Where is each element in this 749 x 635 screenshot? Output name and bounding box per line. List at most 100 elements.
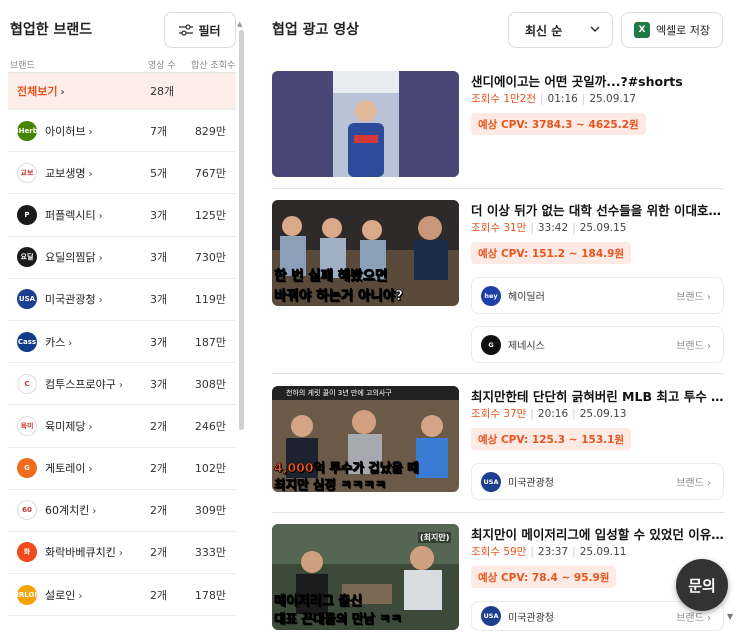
usa-logo-icon: USA (481, 606, 501, 626)
brand-name: 화락바베큐치킨 (45, 546, 116, 560)
brand-row[interactable]: 화 화락바베큐치킨 › 2개 333만 (8, 532, 236, 575)
video-item[interactable]: 천하의 게릿 콜이 3년 만에 고의사구 4,000억 투수가 겁났을 때 최지… (272, 386, 724, 502)
brand-video-count: 2개 (150, 504, 168, 518)
video-brand-chip[interactable]: USA 미국관광청 브랜드 › (471, 463, 724, 500)
brand-row[interactable]: SIRLOIN 설로인› 2개 178만 (8, 574, 236, 617)
video-meta: 조회수 37만 | 20:16 | 25.09.13 (471, 408, 627, 420)
brand-logo-icon: C (17, 373, 37, 394)
brand-link[interactable]: 브랜드 › (676, 609, 711, 624)
brand-total-views: 333만 (194, 546, 226, 560)
cpv-badge: 예상 CPV: 125.3 ~ 153.1원 (471, 428, 632, 450)
brand-row[interactable]: 60 60계치킨 › 2개 309만 (8, 490, 236, 532)
brand-video-count: 2개 (150, 462, 168, 476)
brand-row[interactable]: USA 미국관광청 › 3개 119만 (8, 279, 236, 321)
filter-button-label: 필터 (198, 23, 221, 38)
brand-video-count: 2개 (150, 588, 168, 602)
sort-select[interactable]: 최신 순 (508, 12, 613, 48)
scrollbar-thumb[interactable] (239, 30, 244, 430)
brand-row[interactable]: iHerb 아이허브 › 7개 829만 (8, 110, 236, 153)
brand-video-count: 3개 (150, 335, 168, 349)
thumbnail-caption-line2: 바꿔야 하는거 아니야? (274, 288, 404, 305)
genesis-logo-icon: G (481, 334, 501, 355)
brand-logo-icon: 요딜 (17, 247, 37, 268)
chevron-right-icon: › (98, 210, 103, 222)
brand-total-views: 187만 (194, 335, 226, 349)
thumbnail-caption-line2: 최지만 심정 ㅋㅋㅋㅋ (274, 477, 387, 492)
video-brand-chip[interactable]: G 제네시스 브랜드 › (471, 326, 724, 363)
video-panel-title: 협업 광고 영상 (272, 22, 360, 38)
brand-logo-icon: P (17, 204, 37, 225)
video-title[interactable]: 샌디에이고는 어떤 곳일까...?#shorts (471, 71, 724, 90)
brand-total-views: 767만 (194, 166, 226, 180)
brand-row[interactable]: 육미 육미제당 › 2개 246만 (8, 405, 236, 448)
brand-total-views: 119만 (194, 293, 226, 307)
brand-logo-icon: G (17, 458, 37, 479)
video-title[interactable]: 최지만이 메이저리그에 입성할 수 있었던 이유... (471, 524, 724, 543)
brand-row[interactable]: 요딜 요딜의찜닭 › 3개 730만 (8, 237, 236, 279)
brand-video-count: 5개 (150, 166, 168, 180)
brand-row[interactable]: 교보 교보생명 › 5개 767만 (8, 152, 236, 195)
chevron-right-icon: › (118, 379, 123, 391)
video-duration: 01:16 (547, 93, 578, 105)
chevron-right-icon: › (118, 548, 123, 560)
brand-list: 전체보기 › 28개 iHerb 아이허브 › 7개 829만 교보 교보생명 › 5개 767만 P… (8, 73, 236, 617)
brand-name: 아이허브 (45, 124, 86, 138)
brand-list-scrollbar[interactable] (239, 30, 244, 430)
brand-logo-icon: SIRLOIN (17, 584, 37, 605)
brand-link[interactable]: 브랜드 › (676, 288, 711, 303)
video-views: 조회수 1만2천 (471, 93, 536, 105)
video-date: 25.09.13 (579, 408, 627, 420)
chevron-right-icon: › (707, 341, 711, 352)
brand-row[interactable]: G 게토레이 › 2개 102만 (8, 448, 236, 490)
brand-link[interactable]: 브랜드 › (676, 474, 711, 489)
brand-row[interactable]: P 퍼플렉시티 › 3개 125만 (8, 194, 236, 237)
brand-name: 설로인 (45, 588, 76, 602)
video-thumbnail[interactable] (272, 71, 459, 177)
video-brand-chip[interactable]: hey 헤이딜러 브랜드 › (471, 277, 724, 314)
video-item[interactable]: (최지만) 메이저리그 출신 대표 꼰대들의 만남 ㅋㅋ 최지만이 메이저리그에… (272, 524, 724, 635)
brand-video-count: 3개 (150, 208, 168, 222)
filter-button[interactable]: 필터 (164, 12, 236, 48)
video-date: 25.09.17 (589, 93, 637, 105)
brand-logo-icon: 60 (17, 500, 37, 521)
brand-row-all[interactable]: 전체보기 › 28개 (8, 73, 236, 110)
brand-row[interactable]: Cass 카스 › 3개 187만 (8, 321, 236, 364)
chip-brand-name: 미국관광청 (508, 478, 554, 489)
thumbnail-caption-line2: 대표 꼰대들의 만남 ㅋㅋ (274, 611, 403, 627)
chevron-right-icon: › (98, 253, 103, 265)
brand-logo-icon: 육미 (17, 415, 37, 436)
chevron-right-icon: › (78, 590, 83, 602)
brand-video-count: 2개 (150, 419, 168, 433)
excel-icon: X (633, 22, 650, 38)
video-duration: 33:42 (537, 222, 569, 234)
scroll-down-arrow-icon[interactable]: ▼ (727, 612, 733, 621)
video-thumbnail[interactable]: 천하의 게릿 콜이 3년 만에 고의사구 4,000억 투수가 겁났을 때 최지… (272, 386, 459, 492)
video-views: 조회수 31만 (471, 222, 527, 234)
thumbnail-tag: (최지만) (418, 532, 452, 543)
chip-brand-name: 제네시스 (508, 341, 545, 352)
column-header-count: 영상 수 (148, 61, 176, 71)
scroll-up-arrow-icon[interactable]: ▲ (237, 20, 242, 28)
inquiry-button[interactable]: 문의 (676, 559, 728, 611)
video-title[interactable]: 최지만한테 단단히 긁혀버린 MLB 최고 투수 반... (471, 386, 724, 405)
column-header-brand: 브랜드 (10, 61, 35, 71)
video-meta: 조회수 31만 | 33:42 | 25.09.15 (471, 222, 627, 234)
thumbnail-caption-line1: 메이저리그 출신 (274, 594, 363, 610)
chip-brand-name: 미국관광청 (508, 612, 554, 624)
brand-total-views: 309만 (194, 504, 226, 518)
video-thumbnail[interactable]: (최지만) 메이저리그 출신 대표 꼰대들의 만남 ㅋㅋ (272, 524, 459, 630)
brand-link[interactable]: 브랜드 › (676, 337, 711, 352)
brand-row[interactable]: C 컴투스프로야구 › 3개 308만 (8, 363, 236, 406)
brand-total-views: 730만 (194, 251, 226, 265)
video-item[interactable]: 샌디에이고는 어떤 곳일까...?#shorts 조회수 1만2천 | 01:16 |… (272, 71, 724, 177)
cpv-badge: 예상 CPV: 78.4 ~ 95.9원 (471, 566, 617, 588)
cpv-badge: 예상 CPV: 151.2 ~ 184.9원 (471, 242, 632, 264)
excel-export-button[interactable]: X 엑셀로 저장 (621, 12, 723, 48)
video-duration: 20:16 (537, 408, 569, 420)
video-title[interactable]: 더 이상 뒤가 없는 대학 선수들을 위한 이대호의 ... (471, 200, 724, 219)
chevron-right-icon: › (60, 87, 65, 98)
video-thumbnail[interactable]: 한 번 실패 해봤으면 바꿔야 하는거 아니야? (272, 200, 459, 306)
video-item[interactable]: 한 번 실패 해봤으면 바꿔야 하는거 아니야? 더 이상 뒤가 없는 대학 선… (272, 200, 724, 365)
thumbnail-image (272, 71, 459, 177)
brand-total-views: 829만 (194, 124, 226, 138)
